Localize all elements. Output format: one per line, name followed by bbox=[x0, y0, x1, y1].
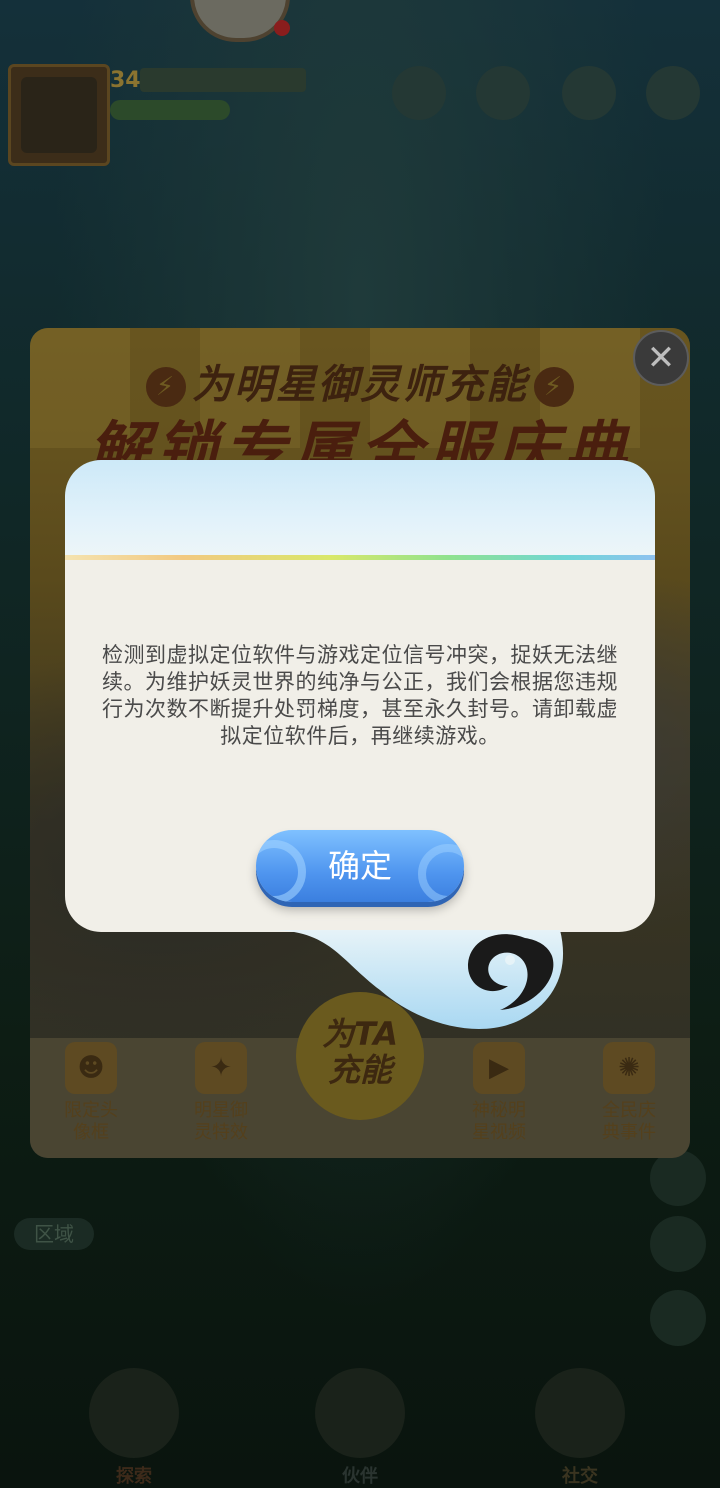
player-name bbox=[140, 68, 306, 92]
banner-reward-video[interactable]: ▶ 神秘明星视频 bbox=[444, 1042, 554, 1144]
swirl-decoration bbox=[418, 844, 464, 902]
player-avatar[interactable] bbox=[8, 64, 110, 166]
banner-reward-label: 明星御灵特效 bbox=[194, 1100, 248, 1143]
nav-explore-label: 探索 bbox=[116, 1466, 152, 1487]
speech-tail-icon bbox=[270, 930, 564, 1029]
character-icon[interactable] bbox=[476, 66, 530, 120]
nav-social[interactable]: 社交 bbox=[510, 1368, 650, 1488]
confirm-button[interactable]: 确定 bbox=[256, 830, 464, 902]
dialog-header bbox=[65, 460, 655, 560]
party-popper-icon: ✺ bbox=[603, 1042, 655, 1094]
banner-reward-frame[interactable]: ☻ 限定头像框 bbox=[36, 1042, 146, 1144]
confirm-button-label: 确定 bbox=[327, 847, 392, 885]
notification-dot bbox=[274, 20, 290, 36]
nav-explore[interactable]: 探索 bbox=[64, 1368, 204, 1488]
banner-reward-label: 神秘明星视频 bbox=[472, 1100, 526, 1143]
social-icon bbox=[535, 1368, 625, 1458]
present-icon[interactable] bbox=[562, 66, 616, 120]
nav-partner[interactable]: 伙伴 bbox=[290, 1368, 430, 1488]
explore-icon bbox=[89, 1368, 179, 1458]
bottom-nav: 探索 伙伴 社交 bbox=[0, 1318, 720, 1488]
side-button-1[interactable] bbox=[650, 1150, 706, 1206]
banner-reward-label: 限定头像框 bbox=[64, 1100, 118, 1143]
close-icon[interactable]: ✕ bbox=[633, 330, 689, 386]
carrot-icon: ✦ bbox=[195, 1042, 247, 1094]
gift-icon[interactable] bbox=[392, 66, 446, 120]
side-button-2[interactable] bbox=[650, 1216, 706, 1272]
player-status-bar bbox=[110, 100, 230, 120]
play-video-icon: ▶ bbox=[473, 1042, 525, 1094]
swirl-decoration bbox=[256, 840, 306, 902]
area-tag[interactable]: 区域 bbox=[14, 1218, 94, 1250]
alert-dialog: 检测到虚拟定位软件与游戏定位信号冲突，捉妖无法继续。为维护妖灵世界的纯净与公正，… bbox=[65, 460, 655, 1029]
nav-social-label: 社交 bbox=[562, 1466, 598, 1487]
player-level: 34 bbox=[110, 68, 141, 93]
banner-reward-label: 全民庆典事件 bbox=[602, 1100, 656, 1143]
partner-icon bbox=[315, 1368, 405, 1458]
banner-reward-effect[interactable]: ✦ 明星御灵特效 bbox=[166, 1042, 276, 1144]
refresh-icon[interactable] bbox=[646, 66, 700, 120]
nav-partner-label: 伙伴 bbox=[342, 1466, 378, 1487]
portrait-frame-icon: ☻ bbox=[65, 1042, 117, 1094]
banner-reward-event[interactable]: ✺ 全民庆典事件 bbox=[574, 1042, 684, 1144]
avatar-face bbox=[21, 77, 97, 153]
dialog-message: 检测到虚拟定位软件与游戏定位信号冲突，捉妖无法继续。为维护妖灵世界的纯净与公正，… bbox=[102, 643, 618, 748]
dialog-divider bbox=[65, 555, 655, 560]
